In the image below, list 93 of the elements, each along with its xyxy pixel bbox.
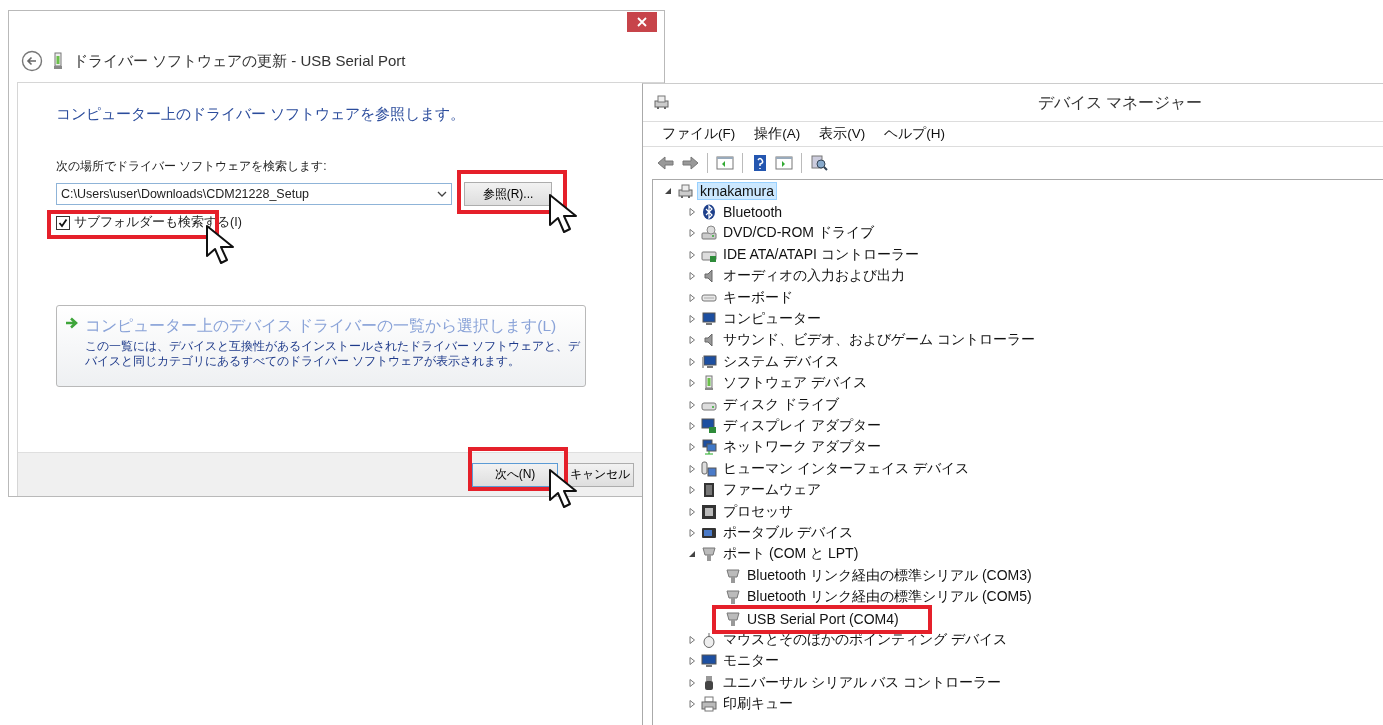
device-icon xyxy=(53,52,63,70)
tree-item[interactable]: IDE ATA/ATAPI コントローラー xyxy=(721,245,921,264)
expand-arrow-icon[interactable] xyxy=(688,635,696,644)
tree-item[interactable]: Bluetooth リンク経由の標準シリアル (COM5) xyxy=(745,588,1034,607)
menu-item[interactable]: ファイル(F) xyxy=(662,125,736,143)
panel-icon[interactable] xyxy=(775,154,793,172)
tree-item[interactable]: モニター xyxy=(721,652,781,671)
tree-item[interactable]: コンピューター xyxy=(721,310,823,329)
monitor-icon xyxy=(701,353,717,370)
tree-item[interactable]: オーディオの入力および出力 xyxy=(721,267,907,286)
panel-icon[interactable] xyxy=(716,154,734,172)
expand-arrow-icon[interactable] xyxy=(688,336,696,345)
tree-item[interactable]: マウスとそのほかのポインティング デバイス xyxy=(721,630,1009,649)
port-icon xyxy=(701,546,717,563)
expand-arrow-icon[interactable] xyxy=(688,528,696,537)
tree-item[interactable]: Bluetooth リンク経由の標準シリアル (COM3) xyxy=(745,566,1034,585)
tree-item[interactable]: ポータブル デバイス xyxy=(721,523,855,542)
forward-arrow-icon[interactable] xyxy=(681,154,699,172)
expand-arrow-icon[interactable] xyxy=(688,700,696,709)
expand-arrow-icon[interactable] xyxy=(688,379,696,388)
option-description: この一覧には、デバイスと互換性があるインストールされたドライバー ソフトウェアと、デバイスと同じカテゴリにあるすべてのドライバー ソフトウェアが表示されます。 xyxy=(85,339,582,369)
expand-arrow-icon[interactable] xyxy=(688,486,696,495)
expand-arrow-icon[interactable] xyxy=(688,400,696,409)
option-title: コンピューター上のデバイス ドライバーの一覧から選択します(L) xyxy=(85,316,558,336)
tree-item[interactable]: サウンド、ビデオ、およびゲーム コントローラー xyxy=(721,331,1037,350)
browse-button[interactable]: 参照(R)... xyxy=(464,182,552,206)
expand-arrow-icon[interactable] xyxy=(688,657,696,666)
processor-icon xyxy=(701,503,717,520)
port-icon xyxy=(725,567,741,584)
input-device-icon xyxy=(701,460,717,477)
mouse-icon xyxy=(701,631,717,648)
tree-item[interactable]: 印刷キュー xyxy=(721,695,795,714)
tree-item[interactable]: ディスプレイ アダプター xyxy=(721,417,883,435)
close-button[interactable] xyxy=(627,12,657,32)
cancel-button[interactable]: キャンセル xyxy=(566,462,634,487)
arrow-right-icon xyxy=(65,316,79,330)
tree-item[interactable]: DVD/CD-ROM ドライブ xyxy=(721,224,876,243)
expand-arrow-icon[interactable] xyxy=(688,250,696,259)
check-icon xyxy=(58,217,68,228)
monitor-icon xyxy=(701,418,717,434)
window-title: ドライバー ソフトウェアの更新 - USB Serial Port xyxy=(73,51,406,71)
path-field[interactable]: C:\Users\user\Downloads\CDM21228_Setup xyxy=(56,183,452,205)
disc-drive-icon xyxy=(701,225,717,242)
expand-arrow-icon[interactable] xyxy=(688,229,696,238)
cursor-icon xyxy=(548,193,580,235)
checkbox[interactable] xyxy=(56,215,70,230)
monitor-icon xyxy=(701,311,717,328)
tree-item[interactable]: ヒューマン インターフェイス デバイス xyxy=(721,459,971,478)
expand-arrow-icon[interactable] xyxy=(688,443,696,452)
expand-arrow-icon[interactable] xyxy=(688,357,696,366)
tree-item[interactable]: USB Serial Port (COM4) xyxy=(745,610,901,627)
port-icon xyxy=(725,610,741,627)
menu-item[interactable]: 表示(V) xyxy=(819,125,866,143)
tree-item[interactable]: プロセッサ xyxy=(721,502,795,521)
close-icon xyxy=(637,17,647,27)
expand-arrow-icon[interactable] xyxy=(688,678,696,687)
driver-list-option[interactable]: コンピューター上のデバイス ドライバーの一覧から選択します(L) この一覧には、デバイスと互換性があるインストールされたドライバー ソフトウェアと、デバイスと同じカテゴリにあるすべてのドライバー ソフトウェアが表示されます。 xyxy=(56,305,586,387)
tree-item[interactable]: ユニバーサル シリアル バス コントローラー xyxy=(721,673,1003,692)
tree-item[interactable]: krnakamura xyxy=(697,181,777,200)
expand-arrow-icon[interactable] xyxy=(688,464,696,473)
page-heading: コンピューター上のドライバー ソフトウェアを参照します。 xyxy=(56,105,467,124)
back-arrow-icon[interactable] xyxy=(657,154,675,172)
expand-arrow-icon[interactable] xyxy=(688,208,696,217)
expand-arrow-icon[interactable] xyxy=(688,293,696,302)
tree-item[interactable]: Bluetooth xyxy=(721,204,785,221)
expand-arrow-icon[interactable] xyxy=(688,507,696,516)
window-title: デバイス マネージャー xyxy=(1038,93,1203,113)
printer-icon xyxy=(701,696,717,713)
collapse-arrow-icon[interactable] xyxy=(688,550,696,559)
tree-item[interactable]: ソフトウェア デバイス xyxy=(721,374,869,393)
field-label: 次の場所でドライバー ソフトウェアを検索します: xyxy=(56,158,328,175)
scan-icon[interactable] xyxy=(810,154,828,172)
chip-icon xyxy=(701,482,717,499)
bluetooth-icon xyxy=(701,204,717,221)
menu-item[interactable]: ヘルプ(H) xyxy=(884,125,945,143)
port-icon xyxy=(725,589,741,606)
tree-item[interactable]: キーボード xyxy=(721,288,795,307)
dropdown-caret-icon xyxy=(437,191,447,197)
expand-arrow-icon[interactable] xyxy=(688,422,696,430)
tree-item[interactable]: システム デバイス xyxy=(721,352,841,371)
monitor-icon xyxy=(701,653,717,670)
expand-arrow-icon[interactable] xyxy=(688,315,696,324)
tree-item[interactable]: ファームウェア xyxy=(721,481,823,500)
collapse-arrow-icon[interactable] xyxy=(664,186,672,195)
menu-item[interactable]: 操作(A) xyxy=(754,125,801,143)
next-button[interactable]: 次へ(N) xyxy=(472,462,558,487)
tree-item[interactable]: ディスク ドライブ xyxy=(721,395,841,414)
network-icon xyxy=(701,439,717,456)
expand-arrow-icon[interactable] xyxy=(688,272,696,281)
back-icon[interactable] xyxy=(21,50,43,72)
tree-item[interactable]: ネットワーク アダプター xyxy=(721,438,883,457)
tree-item[interactable]: ポート (COM と LPT) xyxy=(721,545,861,564)
help-icon[interactable] xyxy=(751,154,769,172)
